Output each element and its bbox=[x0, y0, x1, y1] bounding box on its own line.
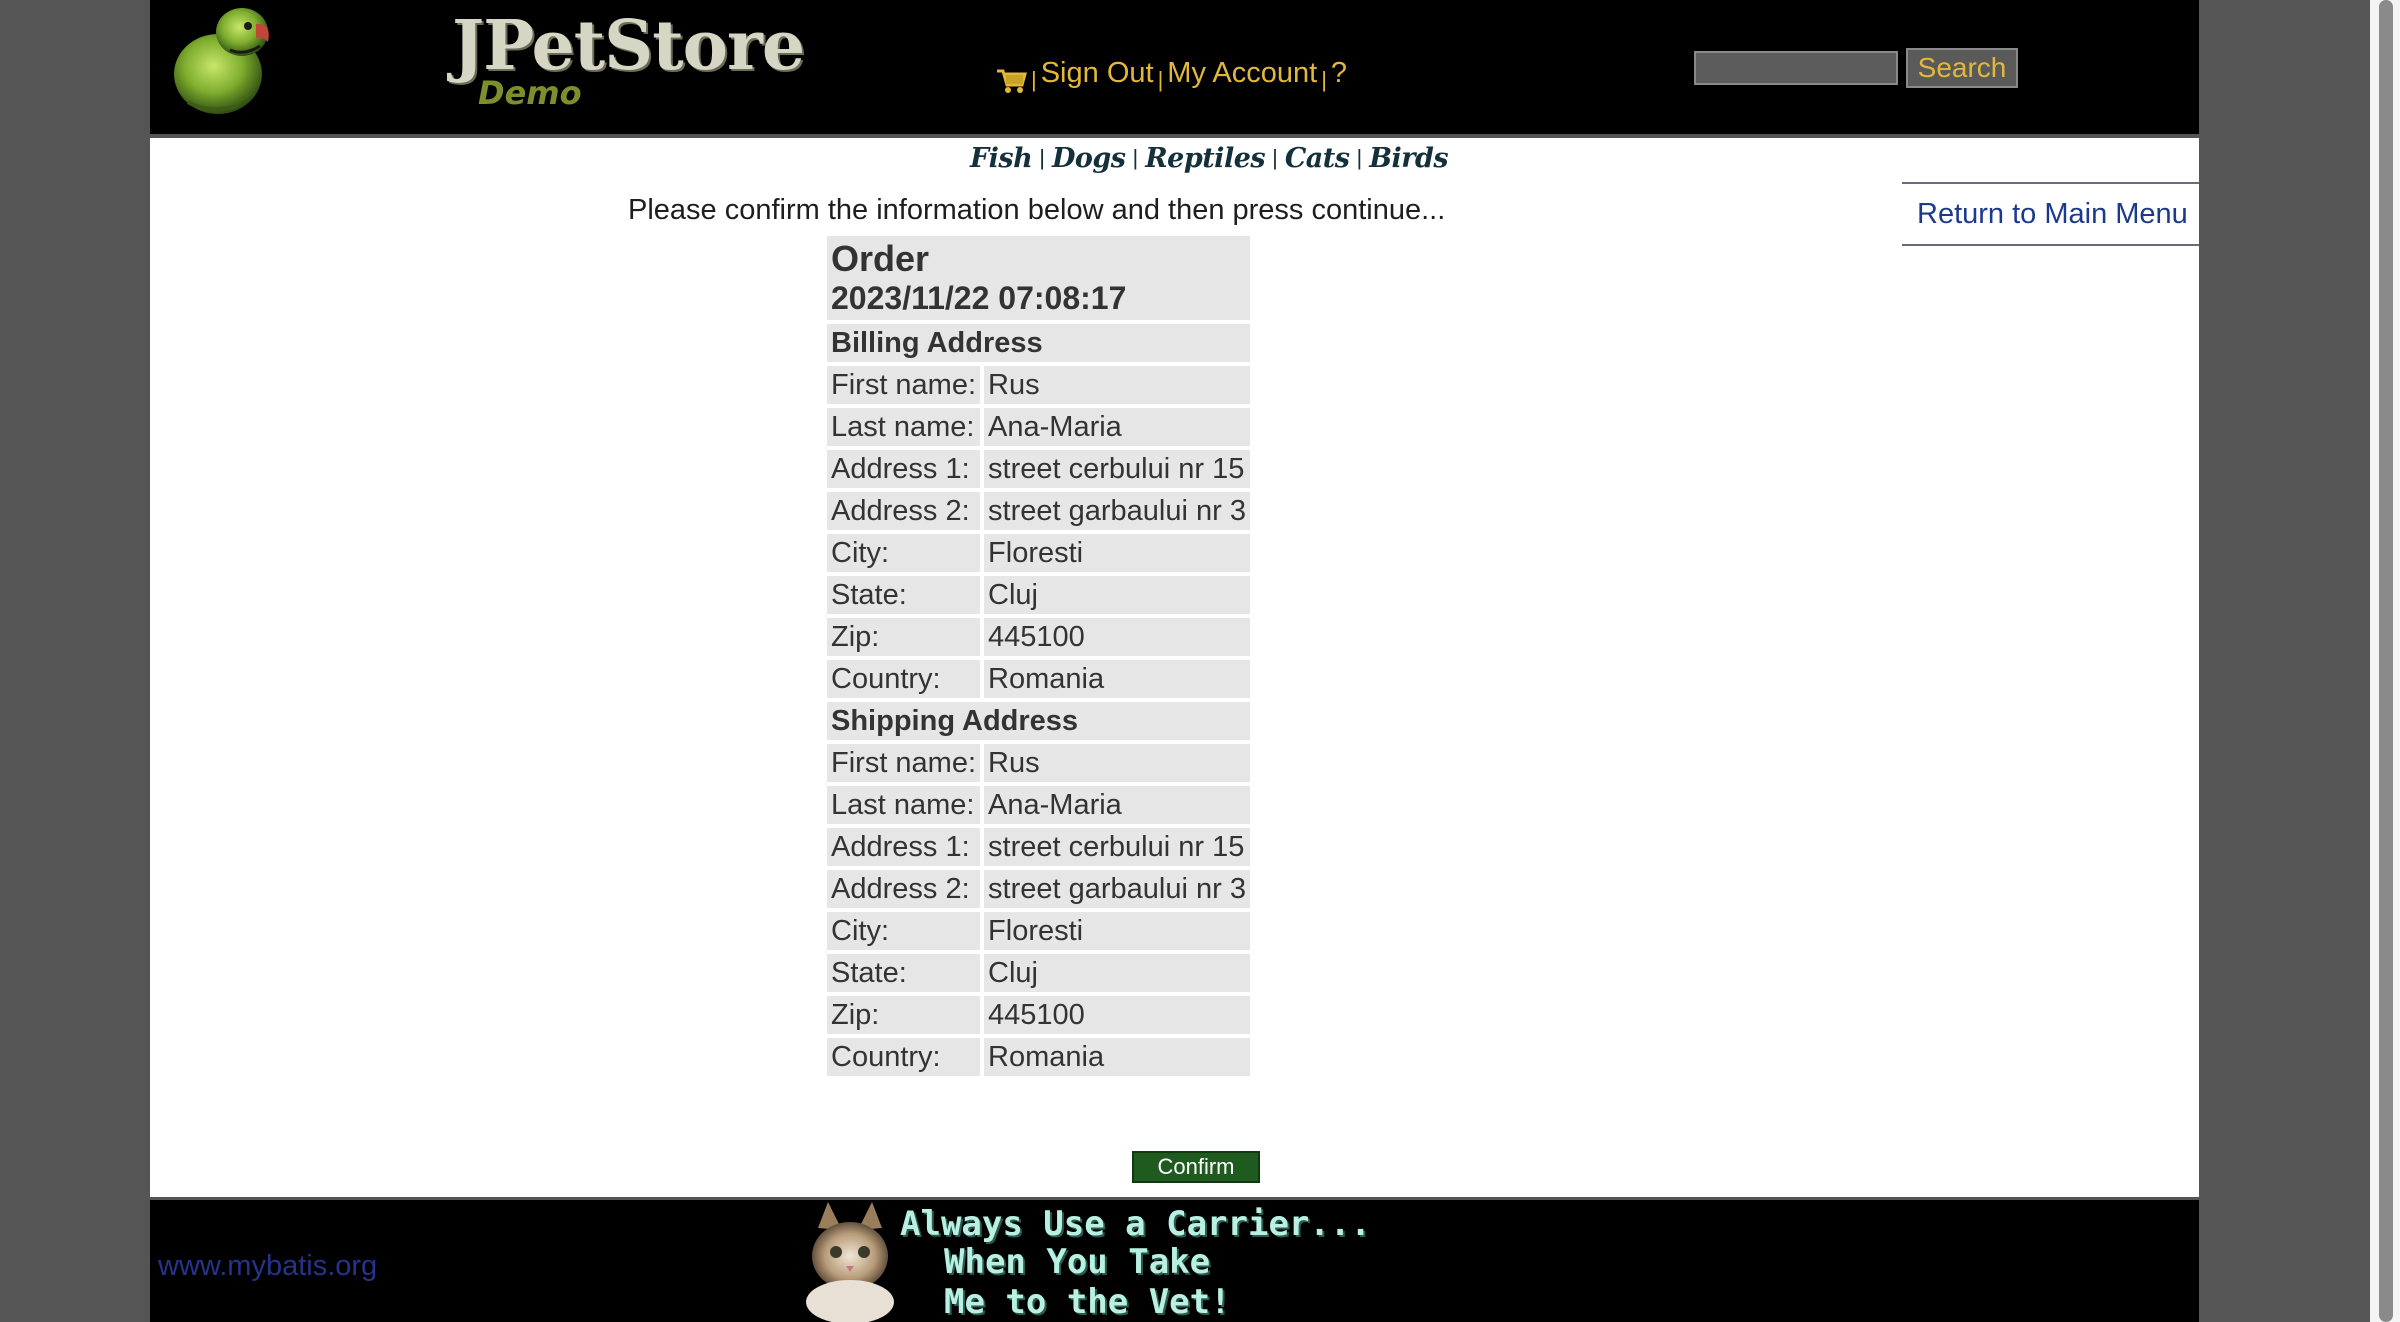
category-quicklinks: Fish | Dogs | Reptiles | Cats | Birds bbox=[970, 140, 1449, 176]
billing-address2-value: street garbaului nr 3 bbox=[984, 492, 1250, 530]
quicklink-birds[interactable]: Birds bbox=[1369, 143, 1448, 174]
banner-line-2: When You Take bbox=[944, 1242, 1211, 1282]
shipping-last-name-value: Ana-Maria bbox=[984, 786, 1250, 824]
billing-last-name-label: Last name: bbox=[827, 408, 981, 446]
cat-photo-icon bbox=[806, 1202, 894, 1322]
shipping-first-name-label: First name: bbox=[827, 744, 981, 782]
menu-separator: | bbox=[1321, 67, 1327, 92]
search-input[interactable] bbox=[1694, 51, 1898, 85]
table-row: City: Floresti bbox=[827, 912, 1250, 950]
table-row: Address 1: street cerbului nr 15 bbox=[827, 450, 1250, 488]
billing-city-value: Floresti bbox=[984, 534, 1250, 572]
shipping-first-name-value: Rus bbox=[984, 744, 1250, 782]
sign-out-link[interactable]: Sign Out bbox=[1041, 57, 1154, 90]
shipping-zip-value: 445100 bbox=[984, 996, 1250, 1034]
main-content: Fish | Dogs | Reptiles | Cats | Birds Re… bbox=[150, 138, 2199, 1197]
header-menu: | Sign Out | My Account | ? bbox=[995, 48, 1347, 98]
footer: www.mybatis.org Always Use a Carrier... … bbox=[150, 1200, 2199, 1322]
shipping-address1-value: street cerbului nr 15 bbox=[984, 828, 1250, 866]
parrot-logo-icon bbox=[174, 8, 269, 114]
quicklink-separator: | bbox=[1272, 145, 1278, 170]
page: JPetStore Demo | Sign Out | My Account |… bbox=[0, 0, 2400, 1322]
banner-line-1: Always Use a Carrier... bbox=[900, 1204, 1371, 1244]
search-form: Search bbox=[1694, 48, 2018, 88]
confirm-message: Please confirm the information below and… bbox=[628, 194, 1446, 226]
table-row: Country: Romania bbox=[827, 1038, 1250, 1076]
logo-link[interactable]: JPetStore Demo bbox=[168, 2, 805, 118]
shipping-state-label: State: bbox=[827, 954, 981, 992]
my-account-link[interactable]: My Account bbox=[1167, 57, 1317, 90]
scrollbar-thumb[interactable] bbox=[2379, 0, 2393, 1322]
carrier-banner: Always Use a Carrier... When You Take Me… bbox=[790, 1200, 1371, 1322]
order-date: 2023/11/22 07:08:17 bbox=[831, 280, 1127, 316]
shipping-state-value: Cluj bbox=[984, 954, 1250, 992]
shipping-city-label: City: bbox=[827, 912, 981, 950]
billing-last-name-value: Ana-Maria bbox=[984, 408, 1250, 446]
billing-city-label: City: bbox=[827, 534, 981, 572]
billing-address1-label: Address 1: bbox=[827, 450, 981, 488]
shipping-address-heading: Shipping Address bbox=[827, 702, 1250, 740]
shipping-address2-value: street garbaului nr 3 bbox=[984, 870, 1250, 908]
confirm-button[interactable]: Confirm bbox=[1132, 1151, 1260, 1183]
billing-zip-label: Zip: bbox=[827, 618, 981, 656]
quicklink-separator: | bbox=[1356, 145, 1363, 170]
logo-subtitle: Demo bbox=[478, 74, 582, 112]
billing-zip-value: 445100 bbox=[984, 618, 1250, 656]
section-row: Billing Address bbox=[827, 324, 1250, 362]
quicklink-separator: | bbox=[1132, 145, 1139, 170]
help-link[interactable]: ? bbox=[1331, 57, 1347, 90]
return-menu-box: Return to Main Menu bbox=[1902, 182, 2199, 246]
search-button[interactable]: Search bbox=[1906, 48, 2018, 88]
shipping-address1-label: Address 1: bbox=[827, 828, 981, 866]
quicklink-separator: | bbox=[1039, 145, 1045, 170]
table-row: Zip: 445100 bbox=[827, 618, 1250, 656]
header: JPetStore Demo | Sign Out | My Account |… bbox=[150, 0, 2199, 134]
menu-separator: | bbox=[1157, 67, 1164, 92]
table-row: Zip: 445100 bbox=[827, 996, 1250, 1034]
banner-line-3: Me to the Vet! bbox=[944, 1282, 1231, 1322]
vertical-scrollbar[interactable] bbox=[2370, 0, 2400, 1322]
order-table: Order 2023/11/22 07:08:17 Billing Addres… bbox=[823, 232, 1254, 1080]
billing-first-name-value: Rus bbox=[984, 366, 1250, 404]
table-row: State: Cluj bbox=[827, 576, 1250, 614]
table-row: Last name: Ana-Maria bbox=[827, 786, 1250, 824]
quicklink-dogs[interactable]: Dogs bbox=[1052, 143, 1126, 174]
billing-address1-value: street cerbului nr 15 bbox=[984, 450, 1250, 488]
billing-state-value: Cluj bbox=[984, 576, 1250, 614]
billing-country-value: Romania bbox=[984, 660, 1250, 698]
shipping-country-value: Romania bbox=[984, 1038, 1250, 1076]
table-row: First name: Rus bbox=[827, 744, 1250, 782]
billing-country-label: Country: bbox=[827, 660, 981, 698]
menu-separator: | bbox=[1031, 67, 1037, 92]
order-header: Order 2023/11/22 07:08:17 bbox=[827, 236, 1250, 320]
quicklink-reptiles[interactable]: Reptiles bbox=[1145, 143, 1265, 174]
shipping-address2-label: Address 2: bbox=[827, 870, 981, 908]
billing-address-heading: Billing Address bbox=[827, 324, 1250, 362]
billing-state-label: State: bbox=[827, 576, 981, 614]
order-header-row: Order 2023/11/22 07:08:17 bbox=[827, 236, 1250, 320]
table-row: State: Cluj bbox=[827, 954, 1250, 992]
table-row: Address 2: street garbaului nr 3 bbox=[827, 870, 1250, 908]
table-row: Address 1: street cerbului nr 15 bbox=[827, 828, 1250, 866]
billing-address2-label: Address 2: bbox=[827, 492, 981, 530]
shipping-city-value: Floresti bbox=[984, 912, 1250, 950]
return-to-main-menu-link[interactable]: Return to Main Menu bbox=[1917, 198, 2188, 231]
billing-first-name-label: First name: bbox=[827, 366, 981, 404]
table-row: City: Floresti bbox=[827, 534, 1250, 572]
order-title: Order bbox=[831, 238, 930, 279]
table-row: Country: Romania bbox=[827, 660, 1250, 698]
shipping-zip-label: Zip: bbox=[827, 996, 981, 1034]
shipping-last-name-label: Last name: bbox=[827, 786, 981, 824]
table-row: First name: Rus bbox=[827, 366, 1250, 404]
cart-icon[interactable] bbox=[995, 65, 1027, 95]
mybatis-link[interactable]: www.mybatis.org bbox=[158, 1250, 377, 1283]
section-row: Shipping Address bbox=[827, 702, 1250, 740]
shipping-country-label: Country: bbox=[827, 1038, 981, 1076]
quicklink-fish[interactable]: Fish bbox=[970, 143, 1033, 174]
table-row: Address 2: street garbaului nr 3 bbox=[827, 492, 1250, 530]
quicklink-cats[interactable]: Cats bbox=[1285, 143, 1350, 174]
table-row: Last name: Ana-Maria bbox=[827, 408, 1250, 446]
